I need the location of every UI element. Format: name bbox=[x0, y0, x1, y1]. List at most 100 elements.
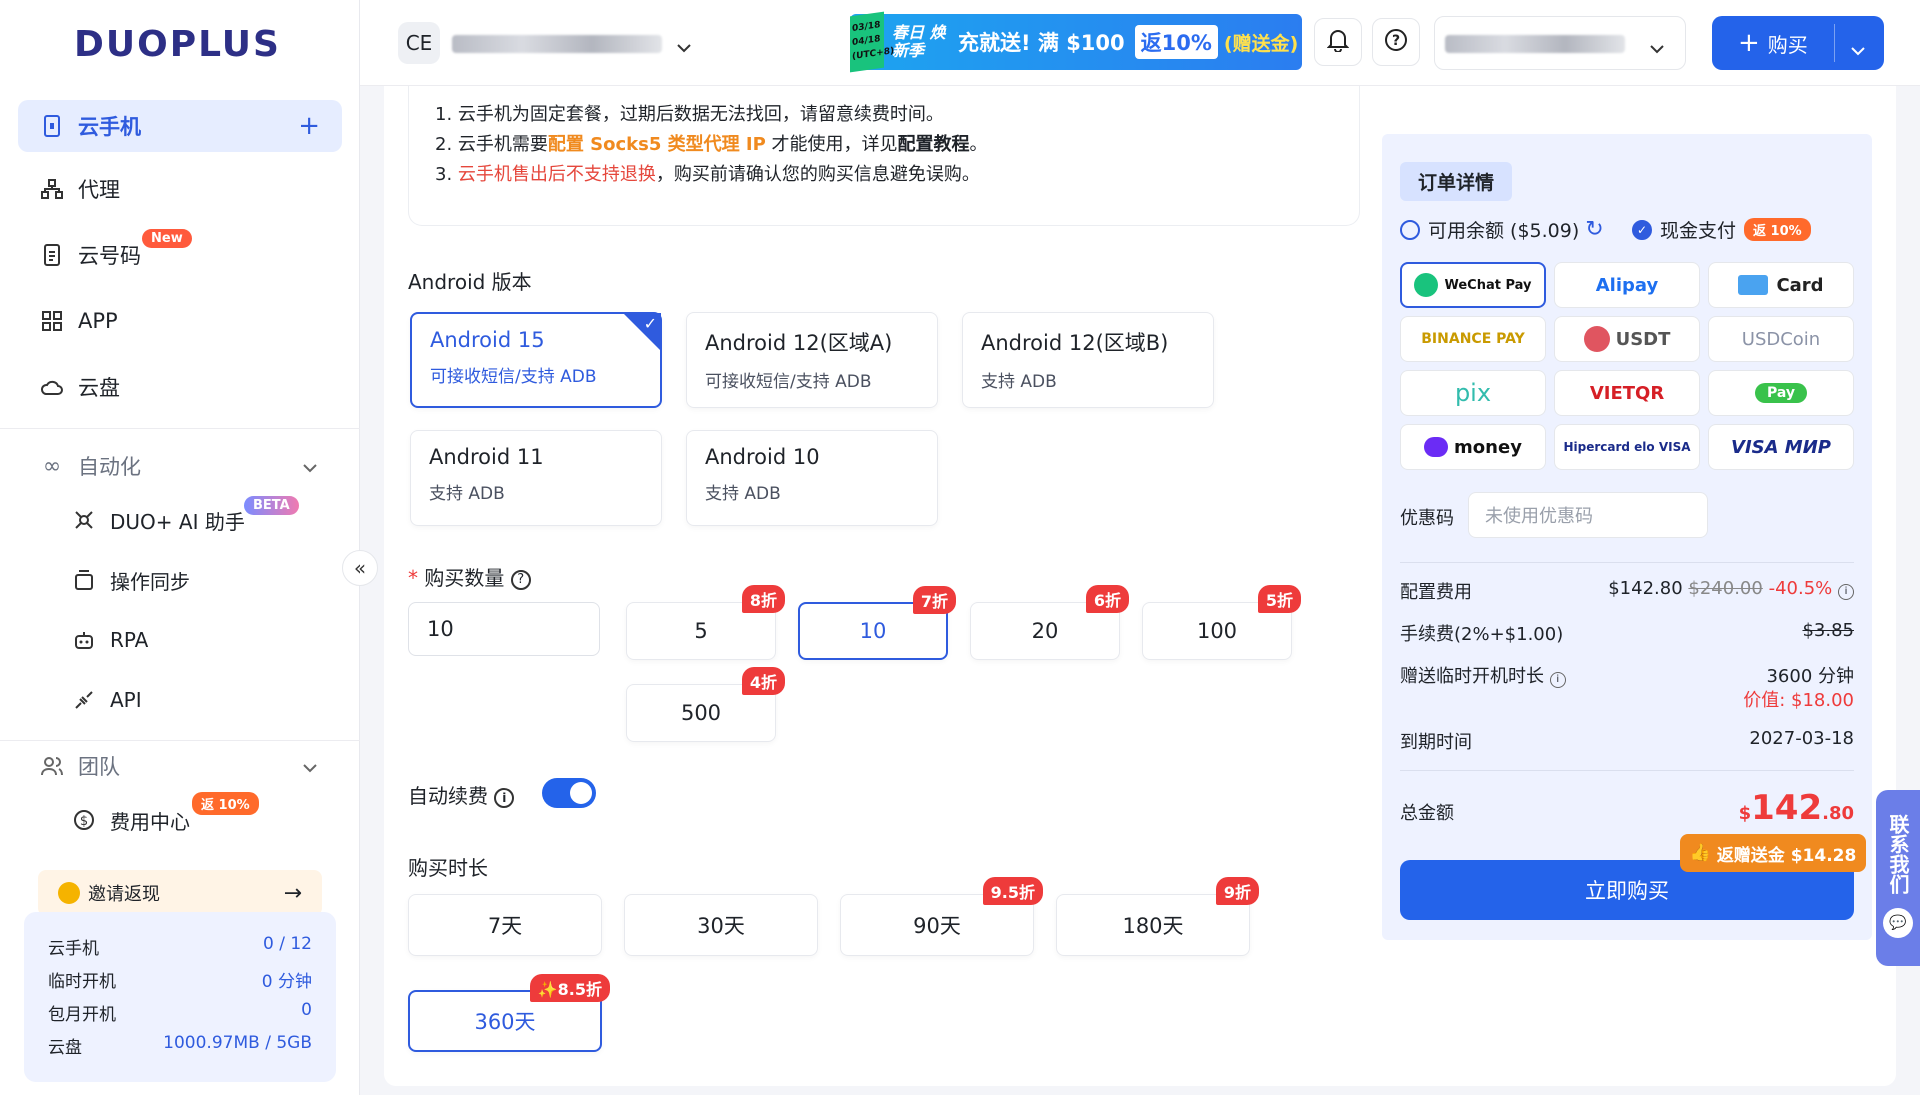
android-10-option[interactable]: Android 10 支持 ADB bbox=[686, 430, 938, 526]
stat-value: 0 bbox=[301, 1000, 312, 1020]
duration-title: 购买时长 bbox=[408, 856, 488, 880]
network-icon bbox=[40, 177, 64, 201]
info-icon[interactable]: i bbox=[494, 787, 515, 808]
quantity-option[interactable]: 100 5折 bbox=[1142, 585, 1301, 660]
thumbs-up-icon: 👍 bbox=[1689, 843, 1711, 863]
android-15-option[interactable]: ✓ Android 15 可接收短信/支持 ADB bbox=[410, 312, 662, 408]
sidebar-group-team[interactable]: 团队 bbox=[18, 740, 342, 792]
duration-option[interactable]: 180天 9折 bbox=[1056, 877, 1259, 956]
duration-option[interactable]: 30天 bbox=[624, 894, 818, 956]
help-icon[interactable]: ? bbox=[510, 569, 531, 590]
duration-option[interactable]: 90天 9.5折 bbox=[840, 877, 1043, 956]
hipercard-option[interactable]: Hipercard elo VISA bbox=[1554, 424, 1700, 470]
refresh-icon[interactable]: ↻ bbox=[1585, 217, 1603, 242]
payment-label: Hipercard elo VISA bbox=[1563, 440, 1691, 454]
sidebar-item-operation-sync[interactable]: 操作同步 bbox=[50, 554, 340, 606]
help-button[interactable]: ? bbox=[1372, 18, 1420, 66]
quantity-option[interactable]: 500 4折 bbox=[626, 667, 785, 742]
discount-percent: -40.5% bbox=[1768, 578, 1833, 599]
info-icon[interactable]: i bbox=[1838, 584, 1854, 600]
android-12b-option[interactable]: Android 12(区域B) 支持 ADB bbox=[962, 312, 1214, 408]
chevron-down-icon[interactable] bbox=[1850, 37, 1866, 61]
promo-banner[interactable]: 03/18 04/18 (UTC+8) 春日 焕新季 充就送! 满 $100 返… bbox=[850, 11, 1302, 73]
yoomoney-option[interactable]: money bbox=[1400, 424, 1546, 470]
account-selector[interactable] bbox=[1434, 16, 1686, 70]
sidebar-item-cloud-drive[interactable]: 云盘 bbox=[18, 361, 342, 413]
sidebar-group-label: 自动化 bbox=[78, 455, 141, 479]
discount-badge: 9折 bbox=[1215, 877, 1259, 905]
checked-radio-icon: ✓ bbox=[1632, 219, 1652, 240]
brand-logo[interactable]: DUOPLUS bbox=[74, 24, 281, 65]
sidebar-item-app[interactable]: APP bbox=[18, 295, 342, 347]
stat-value: 0 分钟 bbox=[261, 972, 312, 992]
stat-value: 0 / 12 bbox=[263, 934, 312, 954]
usdt-option[interactable]: USDT bbox=[1554, 316, 1700, 362]
notification-button[interactable] bbox=[1314, 18, 1362, 66]
pix-option[interactable]: pix bbox=[1400, 370, 1546, 416]
duration-option[interactable]: 7天 bbox=[408, 894, 602, 956]
service-fee-label: 手续费(2%+$1.00) bbox=[1400, 624, 1564, 645]
quantity-value: 10 bbox=[859, 619, 887, 643]
sidebar-item-billing[interactable]: $ 费用中心 返 10% bbox=[50, 792, 340, 846]
green-pay-option[interactable]: Pay bbox=[1708, 370, 1854, 416]
collapse-sidebar-button[interactable]: « bbox=[342, 550, 378, 586]
balance-payment-radio[interactable]: 可用余额 ($5.09) ↻ bbox=[1400, 216, 1604, 243]
android-12a-option[interactable]: Android 12(区域A) 可接收短信/支持 ADB bbox=[686, 312, 938, 408]
buy-button[interactable]: + 购买 bbox=[1712, 16, 1884, 70]
quantity-option[interactable]: 5 8折 bbox=[626, 585, 785, 660]
auto-renew-toggle[interactable] bbox=[542, 778, 596, 808]
android-11-option[interactable]: Android 11 支持 ADB bbox=[410, 430, 662, 526]
sidebar-item-label: API bbox=[110, 688, 142, 712]
sidebar-item-api[interactable]: API bbox=[50, 674, 340, 726]
team-avatar[interactable]: CE bbox=[398, 22, 440, 64]
add-icon[interactable]: + bbox=[298, 111, 320, 141]
coupon-input[interactable]: 未使用优惠码 bbox=[1468, 492, 1708, 538]
alipay-option[interactable]: Alipay bbox=[1554, 262, 1700, 308]
sidebar-item-label: APP bbox=[78, 309, 118, 333]
discount-badge: 7折 bbox=[912, 586, 956, 614]
proxy-requirement: 配置 Socks5 类型代理 IP bbox=[547, 134, 766, 155]
notice-text: 2. 云手机需要 bbox=[435, 134, 548, 155]
duration-option[interactable]: 360天 ✨8.5折 bbox=[408, 974, 610, 1052]
plug-icon bbox=[72, 688, 96, 712]
sidebar-item-label: RPA bbox=[110, 628, 149, 652]
cash-payment-radio[interactable]: ✓ 现金支付 返 10% bbox=[1632, 216, 1811, 243]
arrow-right-icon: → bbox=[283, 880, 302, 906]
config-price: $142.80 bbox=[1608, 578, 1683, 599]
usdcoin-option[interactable]: USDCoin bbox=[1708, 316, 1854, 362]
quantity-option[interactable]: 20 6折 bbox=[970, 585, 1129, 660]
gift-time-label-wrap: 赠送临时开机时长 i bbox=[1400, 662, 1566, 688]
sidebar-item-cloud-phone[interactable]: 云手机 + bbox=[18, 100, 342, 152]
chat-icon: 💬 bbox=[1883, 908, 1913, 938]
order-details-title: 订单详情 bbox=[1400, 162, 1513, 201]
card-icon bbox=[1738, 275, 1769, 295]
payment-label: USDCoin bbox=[1741, 328, 1821, 350]
visa-mir-option[interactable]: VISA МИР bbox=[1708, 424, 1854, 470]
sidebar-item-proxy[interactable]: 代理 bbox=[18, 163, 342, 215]
vietqr-option[interactable]: VIETQR bbox=[1554, 370, 1700, 416]
chevron-down-icon[interactable] bbox=[676, 36, 692, 58]
invite-cashback-banner[interactable]: 邀请返现 → bbox=[38, 870, 322, 916]
contact-us-tab[interactable]: 联系我们 💬 bbox=[1876, 790, 1920, 966]
sidebar-item-label: DUO+ AI 助手 bbox=[110, 509, 245, 534]
dollar-icon: $ bbox=[72, 808, 96, 832]
coupon-label: 优惠码 bbox=[1400, 508, 1454, 529]
gift-time-value: 3600 分钟 bbox=[1766, 666, 1854, 687]
quantity-input[interactable]: 10 bbox=[408, 602, 600, 656]
sidebar-item-cloud-number[interactable]: 云号码 New bbox=[18, 229, 342, 281]
sidebar-item-ai-assistant[interactable]: DUO+ AI 助手 BETA bbox=[50, 494, 340, 546]
card-option[interactable]: Card bbox=[1708, 262, 1854, 308]
duration-value: 90天 bbox=[913, 914, 961, 938]
sidebar-item-rpa[interactable]: RPA bbox=[50, 614, 340, 666]
sidebar-item-label: 云手机 bbox=[78, 115, 141, 139]
sidebar-group-automation[interactable]: ∞ 自动化 bbox=[18, 440, 342, 492]
config-tutorial-link[interactable]: 配置教程 bbox=[898, 134, 970, 155]
top-header: CE 03/18 04/18 (UTC+8) 春日 焕新季 充就送! 满 $10… bbox=[360, 0, 1920, 86]
gift-worth-value: 价值: $18.00 bbox=[1743, 690, 1854, 711]
sidebar-item-label: 云号码 bbox=[78, 244, 141, 268]
divider bbox=[1400, 562, 1854, 563]
chevron-down-icon bbox=[1649, 37, 1665, 59]
wechat-pay-option[interactable]: WeChat Pay bbox=[1400, 262, 1546, 308]
binance-pay-option[interactable]: BINANCE PAY bbox=[1400, 316, 1546, 362]
quantity-option[interactable]: 10 7折 bbox=[798, 586, 956, 660]
